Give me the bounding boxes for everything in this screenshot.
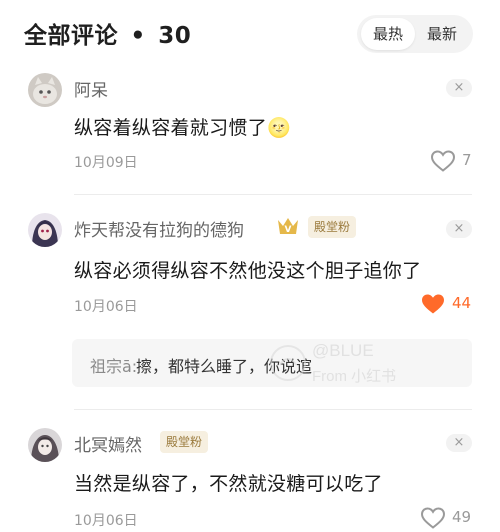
comment-date: 10月06日 [74,513,138,529]
fan-badge: 殿堂粉 [160,431,209,453]
divider [74,409,472,410]
comment-username[interactable]: 阿呆 [74,76,108,101]
comment-date: 10月06日 [74,299,138,315]
reply-preview[interactable]: 祖宗ā: 擦，都特么睡了，你说逭 [72,339,472,387]
reply-username[interactable]: 祖宗ā: [90,353,137,377]
sort-hot-button[interactable]: 最热 [361,18,415,50]
heart-outline-icon [420,507,446,529]
heart-filled-icon [422,294,444,314]
sort-toggle: 最热 最新 [357,15,473,53]
comment-text: 纵容着纵容着就习惯了🌝 [74,113,291,140]
close-icon[interactable]: × [446,434,472,452]
heart-outline-icon [430,150,456,172]
divider [74,194,472,195]
like-button[interactable]: 44 [420,292,480,318]
comment-username[interactable]: 北冥嫣然 [74,431,142,456]
avatar[interactable] [28,73,62,107]
comment-text: 纵容必须得纵容不然他没这个胆子追你了 [74,260,422,282]
comments-count: 30 [158,23,192,49]
avatar[interactable] [28,213,62,247]
like-button[interactable]: 49 [420,506,480,532]
crown-icon: V [276,214,300,238]
comments-header: 全部评论 • 30 最热 最新 [0,0,500,68]
crown-letter: V [285,225,292,235]
like-count: 44 [452,294,472,312]
reply-text: 擦，都特么睡了，你说逭 [136,357,313,376]
moon-emoji-icon: 🌝 [267,117,291,139]
like-count: 7 [462,151,472,169]
comment-text-content: 纵容着纵容着就习惯了 [74,117,268,139]
close-icon[interactable]: × [446,220,472,238]
comment-username[interactable]: 炸天帮没有拉狗的德狗 [74,216,244,241]
comment-text: 当然是纵容了，不然就没糖可以吃了 [74,473,383,495]
like-button[interactable]: 7 [430,149,480,175]
comments-title: 全部评论 • 30 [24,16,191,50]
comment-date: 10月09日 [74,155,138,171]
fan-badge: 殿堂粉 [308,216,357,238]
like-count: 49 [452,508,472,526]
comments-title-label: 全部评论 [24,23,118,49]
sort-new-button[interactable]: 最新 [415,18,469,50]
avatar[interactable] [28,428,62,462]
close-icon[interactable]: × [446,79,472,97]
title-separator: • [130,23,146,49]
